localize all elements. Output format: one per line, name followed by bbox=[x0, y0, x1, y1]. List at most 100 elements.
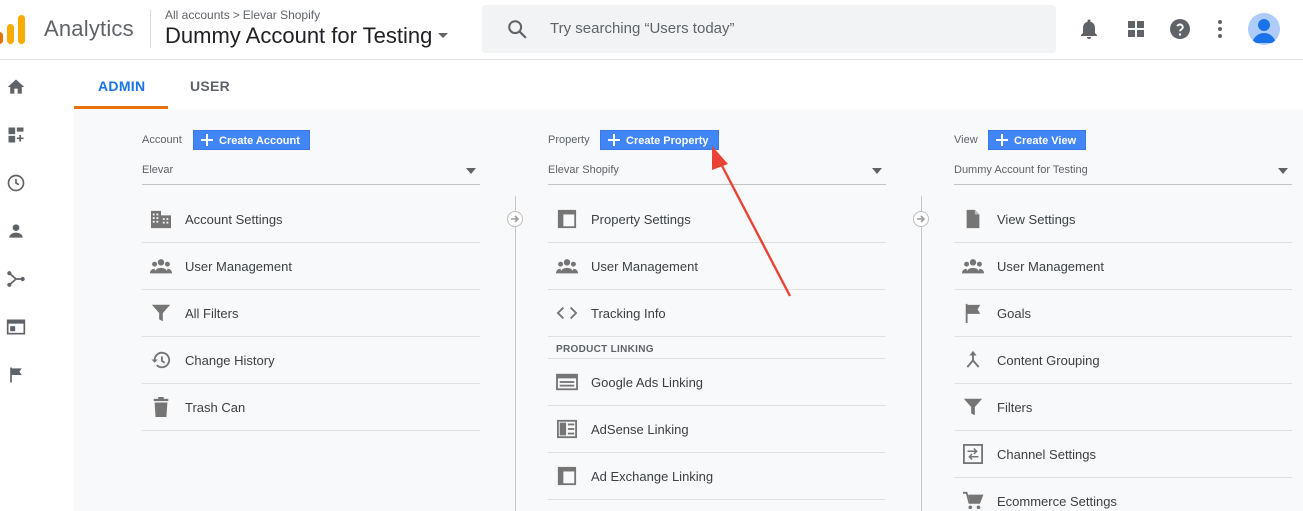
menu-item-label[interactable]: Filters bbox=[997, 400, 1032, 415]
people-icon bbox=[150, 259, 172, 274]
menu-item-label[interactable]: User Management bbox=[997, 259, 1104, 274]
menu-item-trash-can[interactable]: Trash Can bbox=[142, 384, 480, 431]
admin-content: Account Create Account Elevar Account Se… bbox=[74, 109, 1303, 511]
menu-item-label[interactable]: Trash Can bbox=[185, 400, 245, 415]
menu-item-label[interactable]: Account Settings bbox=[185, 212, 283, 227]
menu-item-all-filters[interactable]: All Filters bbox=[142, 290, 480, 337]
view-menu: View Settings User Management Goals Cont… bbox=[954, 196, 1292, 511]
view-select[interactable]: Dummy Account for Testing bbox=[954, 161, 1292, 185]
bell-icon[interactable] bbox=[1077, 17, 1101, 41]
account-select-value[interactable]: Elevar bbox=[142, 164, 173, 176]
audience-icon[interactable] bbox=[6, 221, 26, 241]
create-view-button[interactable]: Create View bbox=[988, 130, 1087, 150]
menu-item-label[interactable]: Google Ads Linking bbox=[591, 375, 703, 390]
menu-item-label[interactable]: Change History bbox=[185, 353, 275, 368]
menu-item-label[interactable]: Property Settings bbox=[591, 212, 691, 227]
account-select[interactable]: Elevar bbox=[142, 161, 480, 185]
acquisition-icon[interactable] bbox=[6, 269, 26, 289]
channel-icon bbox=[963, 444, 983, 464]
header-divider bbox=[150, 10, 151, 48]
search-input[interactable]: Try searching “Users today” bbox=[550, 20, 735, 37]
adsense-icon bbox=[557, 419, 577, 439]
help-icon[interactable] bbox=[1168, 17, 1192, 41]
menu-item-user-management[interactable]: User Management bbox=[954, 243, 1292, 290]
menu-item-label[interactable]: Tracking Info bbox=[591, 306, 666, 321]
menu-item-label[interactable]: Content Grouping bbox=[997, 353, 1100, 368]
account-title[interactable]: Dummy Account for Testing bbox=[165, 23, 432, 48]
menu-item-ad-exchange-linking[interactable]: Ad Exchange Linking bbox=[548, 453, 886, 500]
view-column: View Create View Dummy Account for Testi… bbox=[954, 109, 1294, 511]
adexchange-icon bbox=[557, 466, 577, 486]
home-icon[interactable] bbox=[6, 77, 26, 97]
property-select-value[interactable]: Elevar Shopify bbox=[548, 164, 619, 176]
caret-down-icon[interactable] bbox=[1278, 168, 1288, 174]
menu-item-label[interactable]: All Filters bbox=[185, 306, 238, 321]
cart-icon bbox=[963, 491, 984, 510]
create-account-button[interactable]: Create Account bbox=[193, 130, 310, 150]
top-bar: Analytics All accounts > Elevar Shopify Du… bbox=[0, 0, 1303, 60]
menu-item-label[interactable]: User Management bbox=[591, 259, 698, 274]
column-divider bbox=[515, 196, 516, 511]
breadcrumb-root[interactable]: All accounts bbox=[165, 8, 230, 22]
plus-icon bbox=[608, 134, 620, 146]
menu-item-label[interactable]: Channel Settings bbox=[997, 447, 1096, 462]
avatar[interactable] bbox=[1248, 13, 1280, 45]
menu-item-google-ads-linking[interactable]: Google Ads Linking bbox=[548, 359, 886, 406]
apps-icon[interactable] bbox=[1124, 17, 1148, 41]
menu-item-filters[interactable]: Filters bbox=[954, 384, 1292, 431]
code-icon bbox=[556, 306, 578, 320]
menu-item-label[interactable]: Ecommerce Settings bbox=[997, 494, 1117, 509]
grouping-icon bbox=[966, 350, 980, 368]
menu-item-label[interactable]: View Settings bbox=[997, 212, 1076, 227]
menu-item-ecommerce-settings[interactable]: Ecommerce Settings bbox=[954, 478, 1292, 511]
section-label: PRODUCT LINKING bbox=[556, 344, 668, 355]
conversions-icon[interactable] bbox=[6, 365, 26, 385]
menu-item-channel-settings[interactable]: Channel Settings bbox=[954, 431, 1292, 478]
caret-down-icon[interactable] bbox=[466, 168, 476, 174]
customization-icon[interactable] bbox=[6, 125, 26, 145]
people-icon bbox=[556, 259, 578, 274]
menu-item-label[interactable]: Ad Exchange Linking bbox=[591, 469, 713, 484]
menu-item-label[interactable]: Goals bbox=[997, 306, 1031, 321]
caret-down-icon[interactable] bbox=[438, 32, 449, 38]
breadcrumb-current[interactable]: Elevar Shopify bbox=[243, 8, 320, 22]
user-avatar-icon bbox=[1252, 19, 1276, 43]
column-divider bbox=[921, 196, 922, 511]
menu-item-label[interactable]: AdSense Linking bbox=[591, 422, 689, 437]
plus-icon bbox=[201, 134, 213, 146]
account-selector[interactable]: Dummy Account for Testing bbox=[165, 23, 449, 49]
view-select-value[interactable]: Dummy Account for Testing bbox=[954, 164, 1088, 176]
history-icon bbox=[151, 351, 171, 369]
menu-item-view-settings[interactable]: View Settings bbox=[954, 196, 1292, 243]
more-vert-icon[interactable] bbox=[1208, 17, 1232, 41]
tab-admin[interactable]: ADMIN bbox=[98, 78, 145, 94]
property-label: Property bbox=[548, 134, 590, 146]
tab-user[interactable]: USER bbox=[190, 78, 230, 94]
view-column-header: View Create View bbox=[954, 130, 1294, 150]
filter-icon bbox=[151, 304, 171, 322]
trash-icon bbox=[153, 397, 169, 417]
search-bar[interactable]: Try searching “Users today” bbox=[482, 5, 1056, 53]
breadcrumb-separator: > bbox=[232, 8, 240, 22]
menu-item-user-management[interactable]: User Management bbox=[142, 243, 480, 290]
view-label: View bbox=[954, 134, 978, 146]
menu-item-label[interactable]: User Management bbox=[185, 259, 292, 274]
filter-icon bbox=[963, 398, 983, 416]
breadcrumb[interactable]: All accounts > Elevar Shopify bbox=[165, 8, 320, 22]
menu-item-content-grouping[interactable]: Content Grouping bbox=[954, 337, 1292, 384]
document-icon bbox=[966, 209, 980, 229]
menu-item-goals[interactable]: Goals bbox=[954, 290, 1292, 337]
analytics-logo[interactable] bbox=[0, 14, 28, 44]
account-column: Account Create Account Elevar Account Se… bbox=[142, 109, 482, 511]
search-icon[interactable] bbox=[506, 18, 528, 40]
account-label: Account bbox=[142, 134, 182, 146]
menu-item-change-history[interactable]: Change History bbox=[142, 337, 480, 384]
plus-icon bbox=[996, 134, 1008, 146]
realtime-icon[interactable] bbox=[6, 173, 26, 193]
caret-down-icon[interactable] bbox=[872, 168, 882, 174]
ads-icon bbox=[556, 373, 578, 391]
menu-item-account-settings[interactable]: Account Settings bbox=[142, 196, 480, 243]
annotation-arrow bbox=[712, 146, 792, 297]
menu-item-adsense-linking[interactable]: AdSense Linking bbox=[548, 406, 886, 453]
behavior-icon[interactable] bbox=[6, 317, 26, 337]
